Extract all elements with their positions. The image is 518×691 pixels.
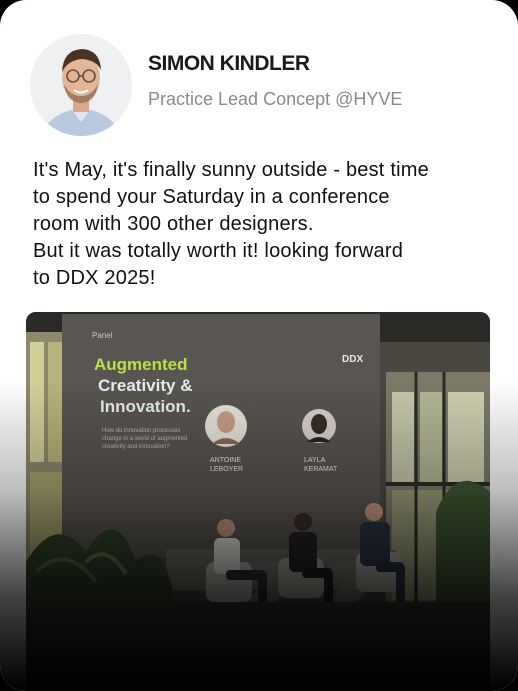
- slide-title-1: Augmented: [94, 355, 188, 374]
- slide-question-2: change in a world of augmented: [102, 436, 187, 442]
- conference-photo: Panel Augmented Creativity & Innovation.…: [26, 312, 490, 691]
- slide-question-1: How do innovation processes: [102, 428, 180, 434]
- speaker1-first: ANTOINE: [210, 457, 241, 464]
- post-line: It's May, it's finally sunny outside - b…: [33, 159, 429, 181]
- post-card: SIMON KINDLER Practice Lead Concept @HYV…: [0, 0, 518, 691]
- author-role: Practice Lead Concept @HYVE: [148, 89, 403, 109]
- author-name[interactable]: SIMON KINDLER: [148, 52, 310, 76]
- post-line: room with 300 other designers.: [33, 213, 314, 235]
- slide-title-2: Creativity &: [98, 376, 192, 395]
- slide-logo: DDX: [342, 354, 363, 365]
- post-line: to DDX 2025!: [33, 267, 156, 289]
- slide-question-3: creativity and innovation?: [102, 444, 170, 450]
- speaker1-last: LEBOYER: [210, 466, 243, 473]
- slide-tag: Panel: [92, 331, 113, 340]
- post-body: It's May, it's finally sunny outside - b…: [33, 157, 503, 292]
- author-avatar[interactable]: [30, 34, 132, 136]
- post-photo[interactable]: Panel Augmented Creativity & Innovation.…: [26, 312, 490, 691]
- post-line: to spend your Saturday in a conference: [33, 186, 390, 208]
- speaker2-first: LAYLA: [304, 457, 326, 464]
- post-line: But it was totally worth it! looking for…: [33, 240, 404, 262]
- avatar-image: [30, 34, 132, 136]
- speaker2-last: KERAMAT: [304, 466, 338, 473]
- slide-title-3: Innovation.: [100, 397, 191, 416]
